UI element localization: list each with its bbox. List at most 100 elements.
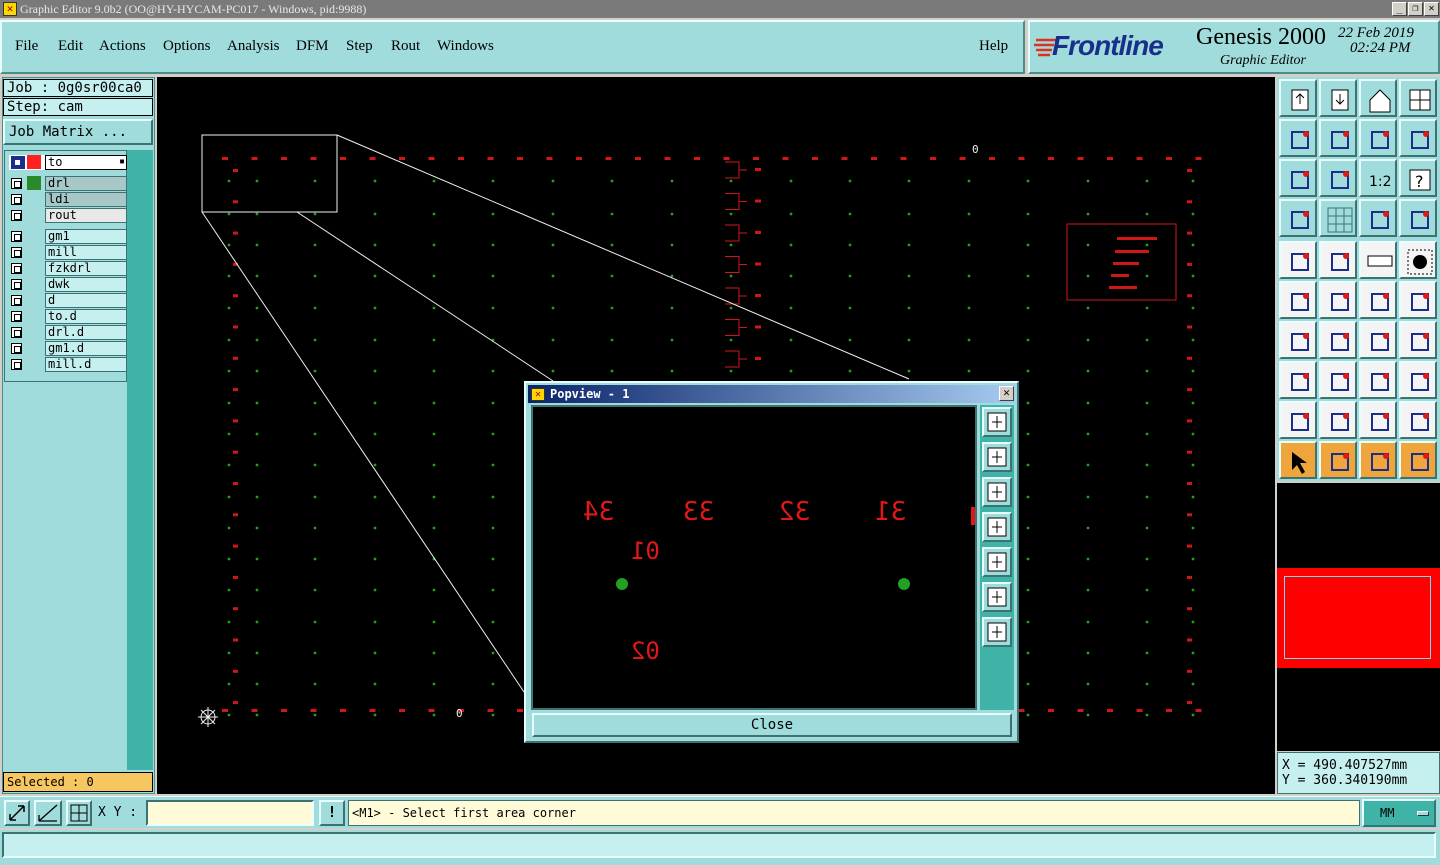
- popview-canvas[interactable]: 34 33 32 31 01 02: [531, 405, 977, 710]
- maximize-button[interactable]: ❐: [1408, 2, 1423, 16]
- grid-snap-icon[interactable]: [66, 800, 92, 826]
- layer-checkbox[interactable]: [11, 295, 22, 306]
- fit-screen-icon[interactable]: [1279, 159, 1317, 197]
- layer-checkbox[interactable]: [11, 178, 22, 189]
- menu-edit[interactable]: Edit: [58, 38, 83, 55]
- menu-options[interactable]: Options: [163, 38, 211, 55]
- layer-checkbox[interactable]: [11, 279, 22, 290]
- zoom-area-icon[interactable]: [4, 800, 30, 826]
- popview-titlebar[interactable]: Popview - 1: [528, 385, 1015, 403]
- center-icon[interactable]: [1359, 119, 1397, 157]
- layer-row[interactable]: drl: [9, 176, 127, 191]
- popview-fit-icon[interactable]: [982, 582, 1012, 612]
- window-icon[interactable]: [1399, 79, 1437, 117]
- layer-checkbox[interactable]: [11, 210, 22, 221]
- select-icon[interactable]: [1279, 441, 1317, 479]
- polygon-icon[interactable]: [1399, 361, 1437, 399]
- layer-scrollbar[interactable]: [127, 150, 153, 770]
- home-icon[interactable]: [1359, 79, 1397, 117]
- resize-icon[interactable]: [1359, 361, 1397, 399]
- measure-icon[interactable]: [34, 800, 62, 826]
- line-icon[interactable]: [1319, 321, 1357, 359]
- layer-row[interactable]: mill.d: [9, 357, 127, 372]
- minimize-button[interactable]: _: [1392, 2, 1407, 16]
- layer-checkbox[interactable]: [11, 311, 22, 322]
- layer-row[interactable]: d: [9, 293, 127, 308]
- close-window-button[interactable]: ✕: [1424, 2, 1439, 16]
- feature-select-icon[interactable]: [1399, 199, 1437, 237]
- layer-checkbox[interactable]: [11, 327, 22, 338]
- popview-fit-profile-icon[interactable]: [982, 617, 1012, 647]
- popview-pan-down-icon[interactable]: [982, 477, 1012, 507]
- alert-icon[interactable]: !: [319, 800, 345, 826]
- layer-row[interactable]: gm1: [9, 229, 127, 244]
- layer-row[interactable]: mill: [9, 245, 127, 260]
- triangle-icon[interactable]: [1279, 401, 1317, 439]
- fit-profile-icon[interactable]: [1319, 159, 1357, 197]
- arc-icon[interactable]: [1359, 321, 1397, 359]
- shape-c-icon[interactable]: [1399, 401, 1437, 439]
- popview-pan-up-icon[interactable]: [982, 442, 1012, 472]
- job-matrix-button[interactable]: Job Matrix ...: [3, 119, 153, 145]
- shape-a-icon[interactable]: [1319, 401, 1357, 439]
- cross-icon[interactable]: [1319, 281, 1357, 319]
- cut-line-icon[interactable]: [1319, 361, 1357, 399]
- help-icon[interactable]: ?: [1399, 159, 1437, 197]
- zoom-down-icon[interactable]: [1319, 79, 1357, 117]
- snap-icon[interactable]: [1399, 119, 1437, 157]
- grid-icon[interactable]: [1319, 199, 1357, 237]
- popview-close-icon[interactable]: ✕: [999, 386, 1014, 401]
- work-layer-dropdown-icon[interactable]: ▪: [119, 156, 125, 167]
- shape-b-icon[interactable]: [1359, 401, 1397, 439]
- select-plus-icon[interactable]: [1359, 441, 1397, 479]
- angle-icon[interactable]: [1279, 321, 1317, 359]
- mirror-icon[interactable]: [1399, 321, 1437, 359]
- overview-panel[interactable]: [1277, 483, 1440, 751]
- work-layer-row[interactable]: to ▪: [9, 155, 127, 170]
- layer-row[interactable]: ldi: [9, 192, 127, 207]
- menu-windows[interactable]: Windows: [437, 38, 494, 55]
- attributes-icon[interactable]: [1279, 199, 1317, 237]
- layer-row[interactable]: rout: [9, 208, 127, 223]
- pan-right-icon[interactable]: [1319, 119, 1357, 157]
- overview-view-frame[interactable]: [1284, 576, 1431, 659]
- add-pad-icon[interactable]: [1279, 241, 1317, 279]
- menu-analysis[interactable]: Analysis: [227, 38, 280, 55]
- layer-row[interactable]: to.d: [9, 309, 127, 324]
- edit-shape-icon[interactable]: [1319, 241, 1357, 279]
- menu-actions[interactable]: Actions: [99, 38, 146, 55]
- menu-file[interactable]: File: [15, 38, 38, 55]
- move-pad-icon[interactable]: [1399, 281, 1437, 319]
- layer-row[interactable]: drl.d: [9, 325, 127, 340]
- units-select[interactable]: MM: [1362, 799, 1436, 827]
- connect-icon[interactable]: [1279, 281, 1317, 319]
- menu-dfm[interactable]: DFM: [296, 38, 329, 55]
- layer-row[interactable]: fzkdrl: [9, 261, 127, 276]
- ruler-icon[interactable]: [1359, 241, 1397, 279]
- zoom-home-icon[interactable]: [1279, 79, 1317, 117]
- close-button[interactable]: Close: [532, 713, 1012, 737]
- record-icon[interactable]: [1399, 241, 1437, 279]
- layer-checkbox[interactable]: [11, 194, 22, 205]
- layer-checkbox[interactable]: [11, 231, 22, 242]
- scale-icon[interactable]: 1:2: [1359, 159, 1397, 197]
- layer-checkbox[interactable]: [11, 263, 22, 274]
- layer-checkbox[interactable]: [11, 343, 22, 354]
- menu-rout[interactable]: Rout: [391, 38, 420, 55]
- feature-filter-icon[interactable]: [1359, 199, 1397, 237]
- layer-checkbox[interactable]: [11, 359, 22, 370]
- copy-icon[interactable]: [1279, 361, 1317, 399]
- move-point-icon[interactable]: [1359, 281, 1397, 319]
- popview-pan-left-icon[interactable]: [982, 512, 1012, 542]
- popview-pan-right-icon[interactable]: [982, 547, 1012, 577]
- pan-left-icon[interactable]: [1279, 119, 1317, 157]
- select-box-icon[interactable]: [1319, 441, 1357, 479]
- route-icon[interactable]: [1399, 441, 1437, 479]
- layer-row[interactable]: gm1.d: [9, 341, 127, 356]
- menu-help[interactable]: Help: [979, 38, 1008, 55]
- xy-input[interactable]: [146, 800, 314, 826]
- layer-checkbox[interactable]: [11, 247, 22, 258]
- popview-zoom-in-icon[interactable]: [982, 407, 1012, 437]
- layer-row[interactable]: dwk: [9, 277, 127, 292]
- menu-step[interactable]: Step: [346, 38, 373, 55]
